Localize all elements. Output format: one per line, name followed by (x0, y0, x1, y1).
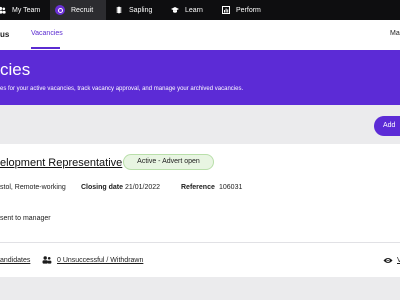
vacancy-card: elopment Representative Active - Advert … (0, 144, 400, 277)
nav-item-label: Recruit (71, 6, 94, 14)
nav-item-sapling[interactable]: Sapling (115, 0, 152, 20)
nav-item-perform[interactable]: Perform (222, 0, 261, 20)
nav-item-learn[interactable]: Learn (171, 0, 203, 20)
closing-date-label: Closing date (81, 184, 124, 191)
top-navigation: My Team Recruit Sapling Learn Perform (0, 0, 400, 20)
nav-item-label: My Team (12, 6, 41, 14)
nav-item-label: Perform (236, 6, 261, 14)
unsuccessful-withdrawn-link[interactable]: 0 Unsuccessful / Withdrawn (57, 257, 143, 264)
status-badge: Active - Advert open (123, 154, 214, 170)
candidates-link[interactable]: andidates (0, 257, 30, 264)
page-title: cies (0, 60, 31, 79)
recruit-icon (55, 5, 65, 15)
nav-item-my-team[interactable]: My Team (0, 0, 40, 20)
active-tab-indicator (31, 47, 60, 49)
people-icon (42, 256, 52, 264)
vacancy-location: stol, Remote-working (0, 184, 66, 191)
people-icon (0, 6, 6, 14)
page-header: cies es for your active vacancies, track… (0, 50, 400, 105)
approval-note: sent to manager (0, 215, 51, 222)
page-description: es for your active vacancies, track vaca… (0, 86, 244, 92)
tab-vacancies[interactable]: Vacancies (31, 30, 63, 37)
closing-date-value: 21/01/2022 (125, 184, 161, 191)
nav-item-label: Learn (185, 6, 203, 14)
add-vacancy-button[interactable]: Add (374, 116, 400, 136)
divider (0, 242, 400, 243)
nav-item-label: Sapling (129, 6, 153, 14)
eye-icon (383, 258, 393, 263)
chart-icon (222, 6, 230, 14)
nav-item-recruit[interactable]: Recruit (50, 0, 106, 20)
graduation-cap-icon (171, 6, 179, 14)
sub-navigation: us Vacancies Ma (0, 20, 400, 50)
reference-label: Reference (181, 184, 215, 191)
sapling-icon (115, 6, 123, 14)
reference-value: 106031 (219, 184, 243, 191)
brand-logo: us (0, 30, 10, 39)
user-menu[interactable]: Ma (390, 30, 400, 37)
vacancy-title-link[interactable]: elopment Representative (0, 157, 122, 169)
